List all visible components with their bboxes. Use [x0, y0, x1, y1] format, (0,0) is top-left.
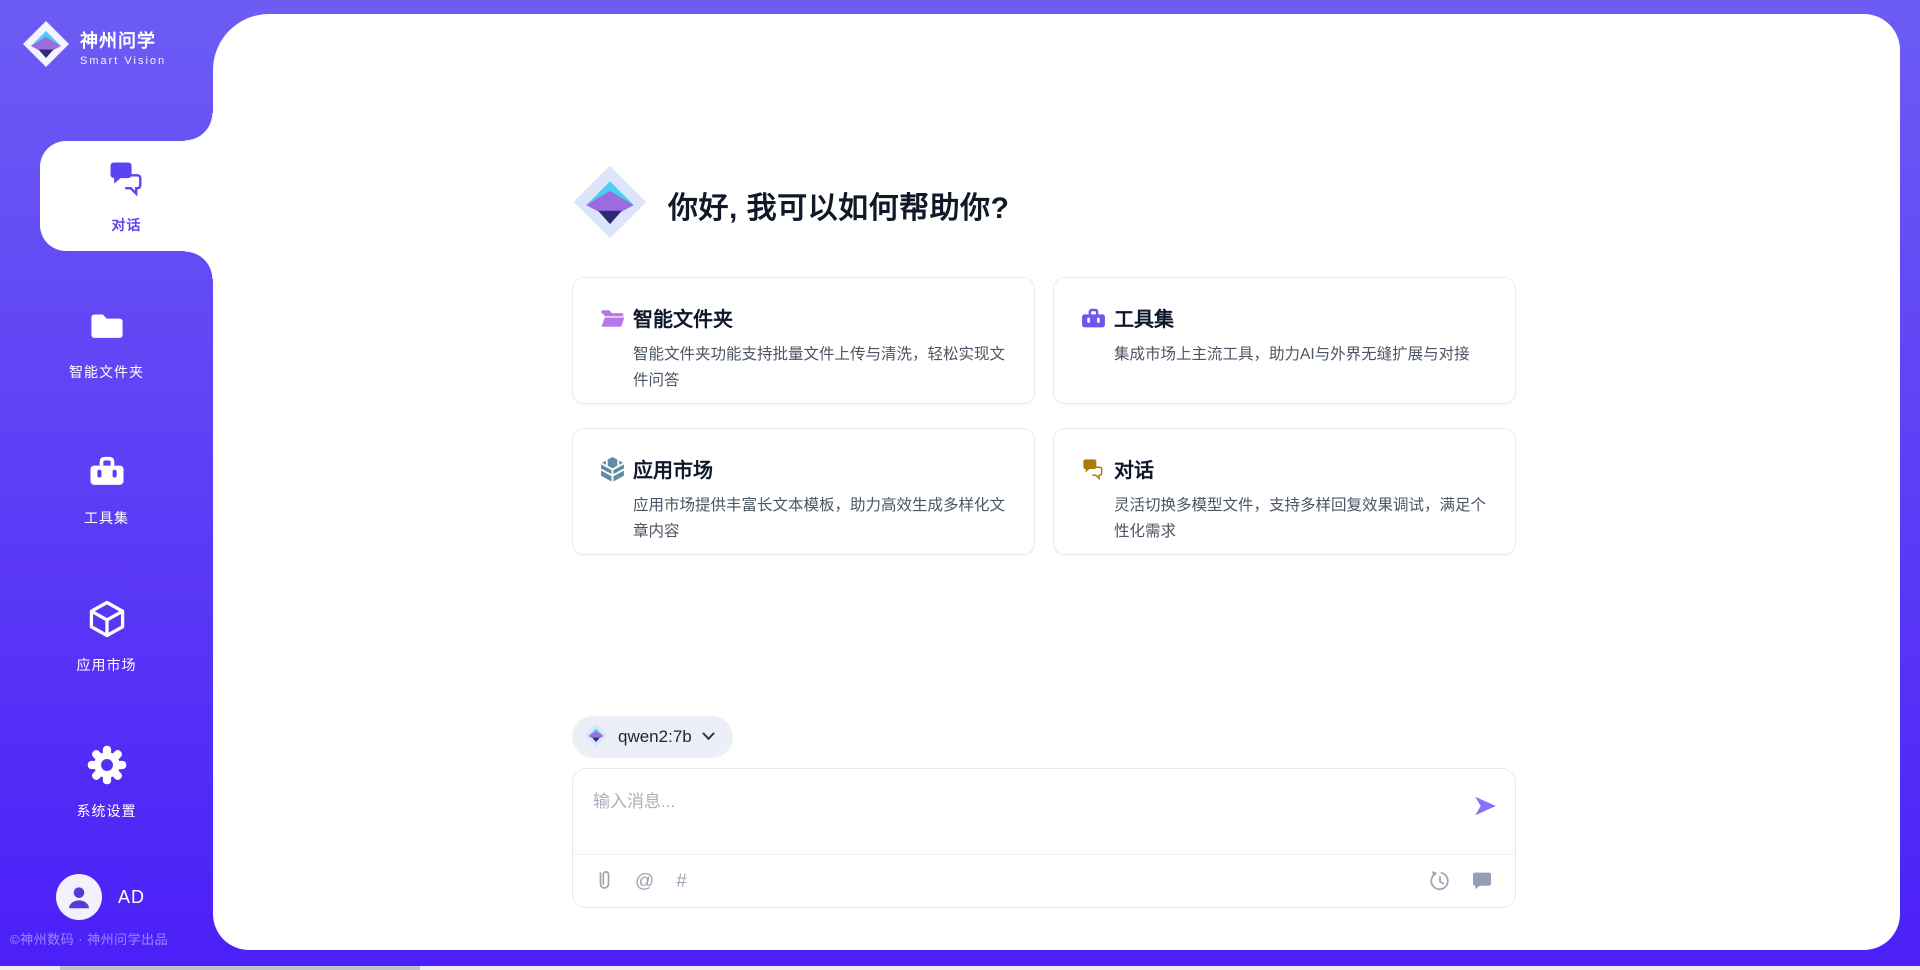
card-title: 对话 [1114, 454, 1489, 483]
composer-toolbar-right [1429, 870, 1493, 892]
toolbox-icon [85, 450, 129, 499]
card-title: 智能文件夹 [633, 303, 1008, 332]
card-desc: 集成市场上主流工具，助力AI与外界无缝扩展与对接 [1114, 342, 1489, 368]
model-diamond-icon [584, 723, 608, 752]
chat-icon [105, 157, 149, 206]
user-initials: AD [118, 887, 145, 908]
main-content: 你好, 我可以如何帮助你? 智能文件夹 智能文件夹功能支持批量文件上传与清洗，轻… [572, 14, 1516, 950]
sidebar-item-label: 对话 [112, 215, 142, 235]
send-button[interactable] [1471, 793, 1499, 821]
folder-icon [85, 304, 129, 353]
card-title: 工具集 [1114, 303, 1489, 332]
card-smart-folder[interactable]: 智能文件夹 智能文件夹功能支持批量文件上传与清洗，轻松实现文件问答 [572, 277, 1035, 404]
card-desc: 灵活切换多模型文件，支持多样回复效果调试，满足个性化需求 [1114, 493, 1489, 545]
message-input[interactable] [573, 769, 1515, 855]
avatar [56, 874, 102, 920]
card-desc: 智能文件夹功能支持批量文件上传与清洗，轻松实现文件问答 [633, 342, 1008, 394]
feature-cards: 智能文件夹 智能文件夹功能支持批量文件上传与清洗，轻松实现文件问答 工具集 集成… [572, 277, 1516, 555]
horizontal-scrollbar-thumb[interactable] [60, 966, 420, 970]
sidebar-item-settings[interactable]: 系统设置 [0, 727, 213, 837]
chat-icon [1080, 456, 1107, 488]
user-account[interactable]: AD [56, 874, 145, 920]
hash-icon[interactable]: # [676, 872, 687, 891]
folder-open-icon [599, 305, 626, 337]
brand-diamond-logo-icon [572, 164, 648, 245]
toolbox-icon [1080, 305, 1107, 337]
composer-toolbar: @ # [573, 854, 1515, 907]
main-panel: 你好, 我可以如何帮助你? 智能文件夹 智能文件夹功能支持批量文件上传与清洗，轻… [213, 14, 1900, 950]
brand-name: 神州问学 [80, 27, 166, 53]
sidebar-item-label: 应用市场 [77, 655, 137, 675]
sidebar-item-smart-folder[interactable]: 智能文件夹 [0, 288, 213, 398]
greeting-title: 你好, 我可以如何帮助你? [668, 183, 1010, 227]
card-toolset[interactable]: 工具集 集成市场上主流工具，助力AI与外界无缝扩展与对接 [1053, 277, 1516, 404]
send-icon [1472, 793, 1498, 819]
message-composer: @ # [572, 768, 1516, 908]
greeting-row: 你好, 我可以如何帮助你? [572, 164, 1010, 245]
sidebar-item-chat[interactable]: 对话 [40, 141, 213, 251]
card-title: 应用市场 [633, 454, 1008, 483]
sidebar-item-label: 工具集 [84, 508, 129, 528]
tab-fillet-top [185, 113, 213, 141]
grid-cube-icon [599, 456, 626, 488]
history-icon[interactable] [1429, 870, 1451, 892]
sidebar-item-label: 智能文件夹 [69, 362, 144, 382]
at-icon[interactable]: @ [635, 872, 654, 891]
cube-icon [85, 597, 129, 646]
model-name: qwen2:7b [618, 727, 692, 747]
tab-fillet-bottom [185, 251, 213, 279]
sidebar-item-label: 系统设置 [77, 801, 137, 821]
sidebar-item-app-market[interactable]: 应用市场 [0, 581, 213, 691]
brand-logo: 神州问学 Smart Vision [22, 20, 166, 73]
composer-toolbar-left: @ # [595, 870, 687, 892]
gear-icon [85, 743, 129, 792]
person-icon [64, 882, 94, 912]
card-desc: 应用市场提供丰富长文本模板，助力高效生成多样化文章内容 [633, 493, 1008, 545]
card-app-market[interactable]: 应用市场 应用市场提供丰富长文本模板，助力高效生成多样化文章内容 [572, 428, 1035, 555]
sidebar: 神州问学 Smart Vision 对话 智能文件夹 [0, 0, 213, 970]
chevron-down-icon [702, 728, 715, 746]
card-chat[interactable]: 对话 灵活切换多模型文件，支持多样回复效果调试，满足个性化需求 [1053, 428, 1516, 555]
paperclip-icon[interactable] [595, 870, 613, 892]
horizontal-scrollbar[interactable] [0, 966, 1920, 970]
chat-bubble-icon[interactable] [1471, 871, 1493, 891]
brand-subtitle: Smart Vision [80, 55, 166, 67]
model-selector[interactable]: qwen2:7b [572, 716, 733, 758]
copyright-text: ©神州数码 · 神州问学出品 [10, 929, 210, 948]
brand-diamond-small-icon [22, 20, 70, 73]
sidebar-item-toolset[interactable]: 工具集 [0, 434, 213, 544]
